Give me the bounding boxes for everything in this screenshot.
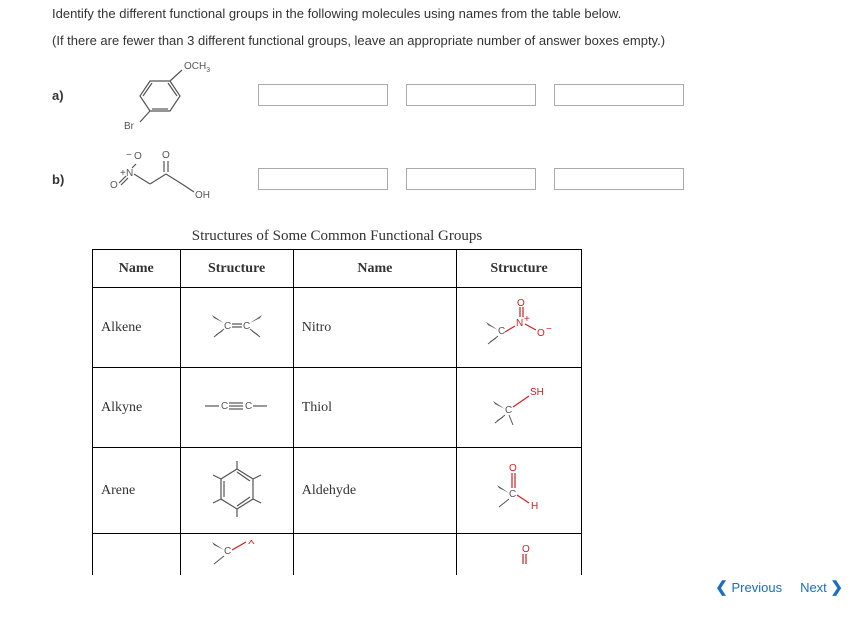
th-structure-2: Structure — [457, 250, 582, 288]
question-a-row: a) Br OCH3 — [52, 60, 855, 130]
atom-o-ketone: O — [162, 150, 170, 161]
cell-alkyne-struct: C C — [180, 368, 293, 448]
svg-text:−: − — [546, 324, 552, 335]
question-b-label: b) — [52, 172, 72, 187]
cell-partial-struct: O — [457, 534, 582, 576]
svg-text:C: C — [245, 401, 252, 412]
answer-a-1[interactable] — [258, 84, 388, 106]
next-button[interactable]: Next ❯ — [800, 578, 843, 596]
instruction-line-1: Identify the different functional groups… — [52, 6, 855, 21]
svg-text:C: C — [509, 489, 516, 500]
svg-text:O: O — [522, 544, 530, 555]
functional-group-table: Name Structure Name Structure Alkene C C — [92, 249, 582, 575]
svg-text:C: C — [224, 321, 231, 332]
svg-text:X: X — [248, 540, 255, 547]
cell-thiol-struct: C SH — [457, 368, 582, 448]
svg-text:O: O — [134, 151, 142, 162]
cell-arene-name: Arene — [93, 448, 181, 534]
cell-alkene-name: Alkene — [93, 288, 181, 368]
table-title: Structures of Some Common Functional Gro… — [92, 228, 582, 245]
svg-text:OCH3: OCH3 — [184, 61, 210, 74]
answer-b-1[interactable] — [258, 168, 388, 190]
atom-br: Br — [124, 121, 135, 132]
cell-alkyne-name: Alkyne — [93, 368, 181, 448]
svg-text:SH: SH — [530, 387, 544, 398]
previous-button[interactable]: ❮ Previous — [715, 578, 782, 596]
cell-nitro-name: Nitro — [293, 288, 456, 368]
nav-controls: ❮ Previous Next ❯ — [715, 578, 843, 596]
atom-och3: OCH — [184, 61, 206, 72]
svg-text:O: O — [110, 180, 118, 191]
question-b-row: b) − O O + N O — [52, 144, 855, 214]
svg-text:C: C — [505, 405, 512, 416]
th-structure-1: Structure — [180, 250, 293, 288]
answer-b-2[interactable] — [406, 168, 536, 190]
cell-aldehyde-name: Aldehyde — [293, 448, 456, 534]
cell-alkene-struct: C C — [180, 288, 293, 368]
cell-aldehyde-struct: C O H — [457, 448, 582, 534]
svg-text:N: N — [516, 318, 523, 329]
svg-text:O: O — [537, 328, 545, 339]
svg-text:−: − — [126, 150, 132, 161]
svg-text:N: N — [126, 168, 133, 179]
question-a-label: a) — [52, 88, 72, 103]
molecule-b: − O O + N O OH — [90, 144, 240, 214]
cell-nitro-struct: C N + O O − — [457, 288, 582, 368]
instruction-line-2: (If there are fewer than 3 different fun… — [52, 33, 855, 48]
svg-text:O: O — [509, 463, 517, 474]
atom-och3-sub: 3 — [206, 67, 210, 74]
atom-oh: OH — [195, 190, 210, 201]
cell-arene-struct — [180, 448, 293, 534]
chevron-left-icon: ❮ — [715, 579, 728, 596]
molecule-a: Br OCH3 — [90, 60, 240, 130]
chevron-right-icon: ❯ — [830, 579, 843, 596]
th-name-1: Name — [93, 250, 181, 288]
svg-text:C: C — [498, 326, 505, 337]
answer-a-3[interactable] — [554, 84, 684, 106]
svg-text:C: C — [243, 321, 250, 332]
answer-a-2[interactable] — [406, 84, 536, 106]
cell-partial-name2 — [293, 534, 456, 576]
svg-text:+: + — [524, 314, 530, 325]
cell-thiol-name: Thiol — [293, 368, 456, 448]
svg-text:O: O — [517, 298, 525, 309]
answer-b-3[interactable] — [554, 168, 684, 190]
svg-text:H: H — [531, 501, 538, 512]
svg-text:C: C — [221, 401, 228, 412]
cell-halide-struct: C X — [180, 534, 293, 576]
svg-text:C: C — [224, 546, 231, 557]
th-name-2: Name — [293, 250, 456, 288]
cell-partial-name — [93, 534, 181, 576]
